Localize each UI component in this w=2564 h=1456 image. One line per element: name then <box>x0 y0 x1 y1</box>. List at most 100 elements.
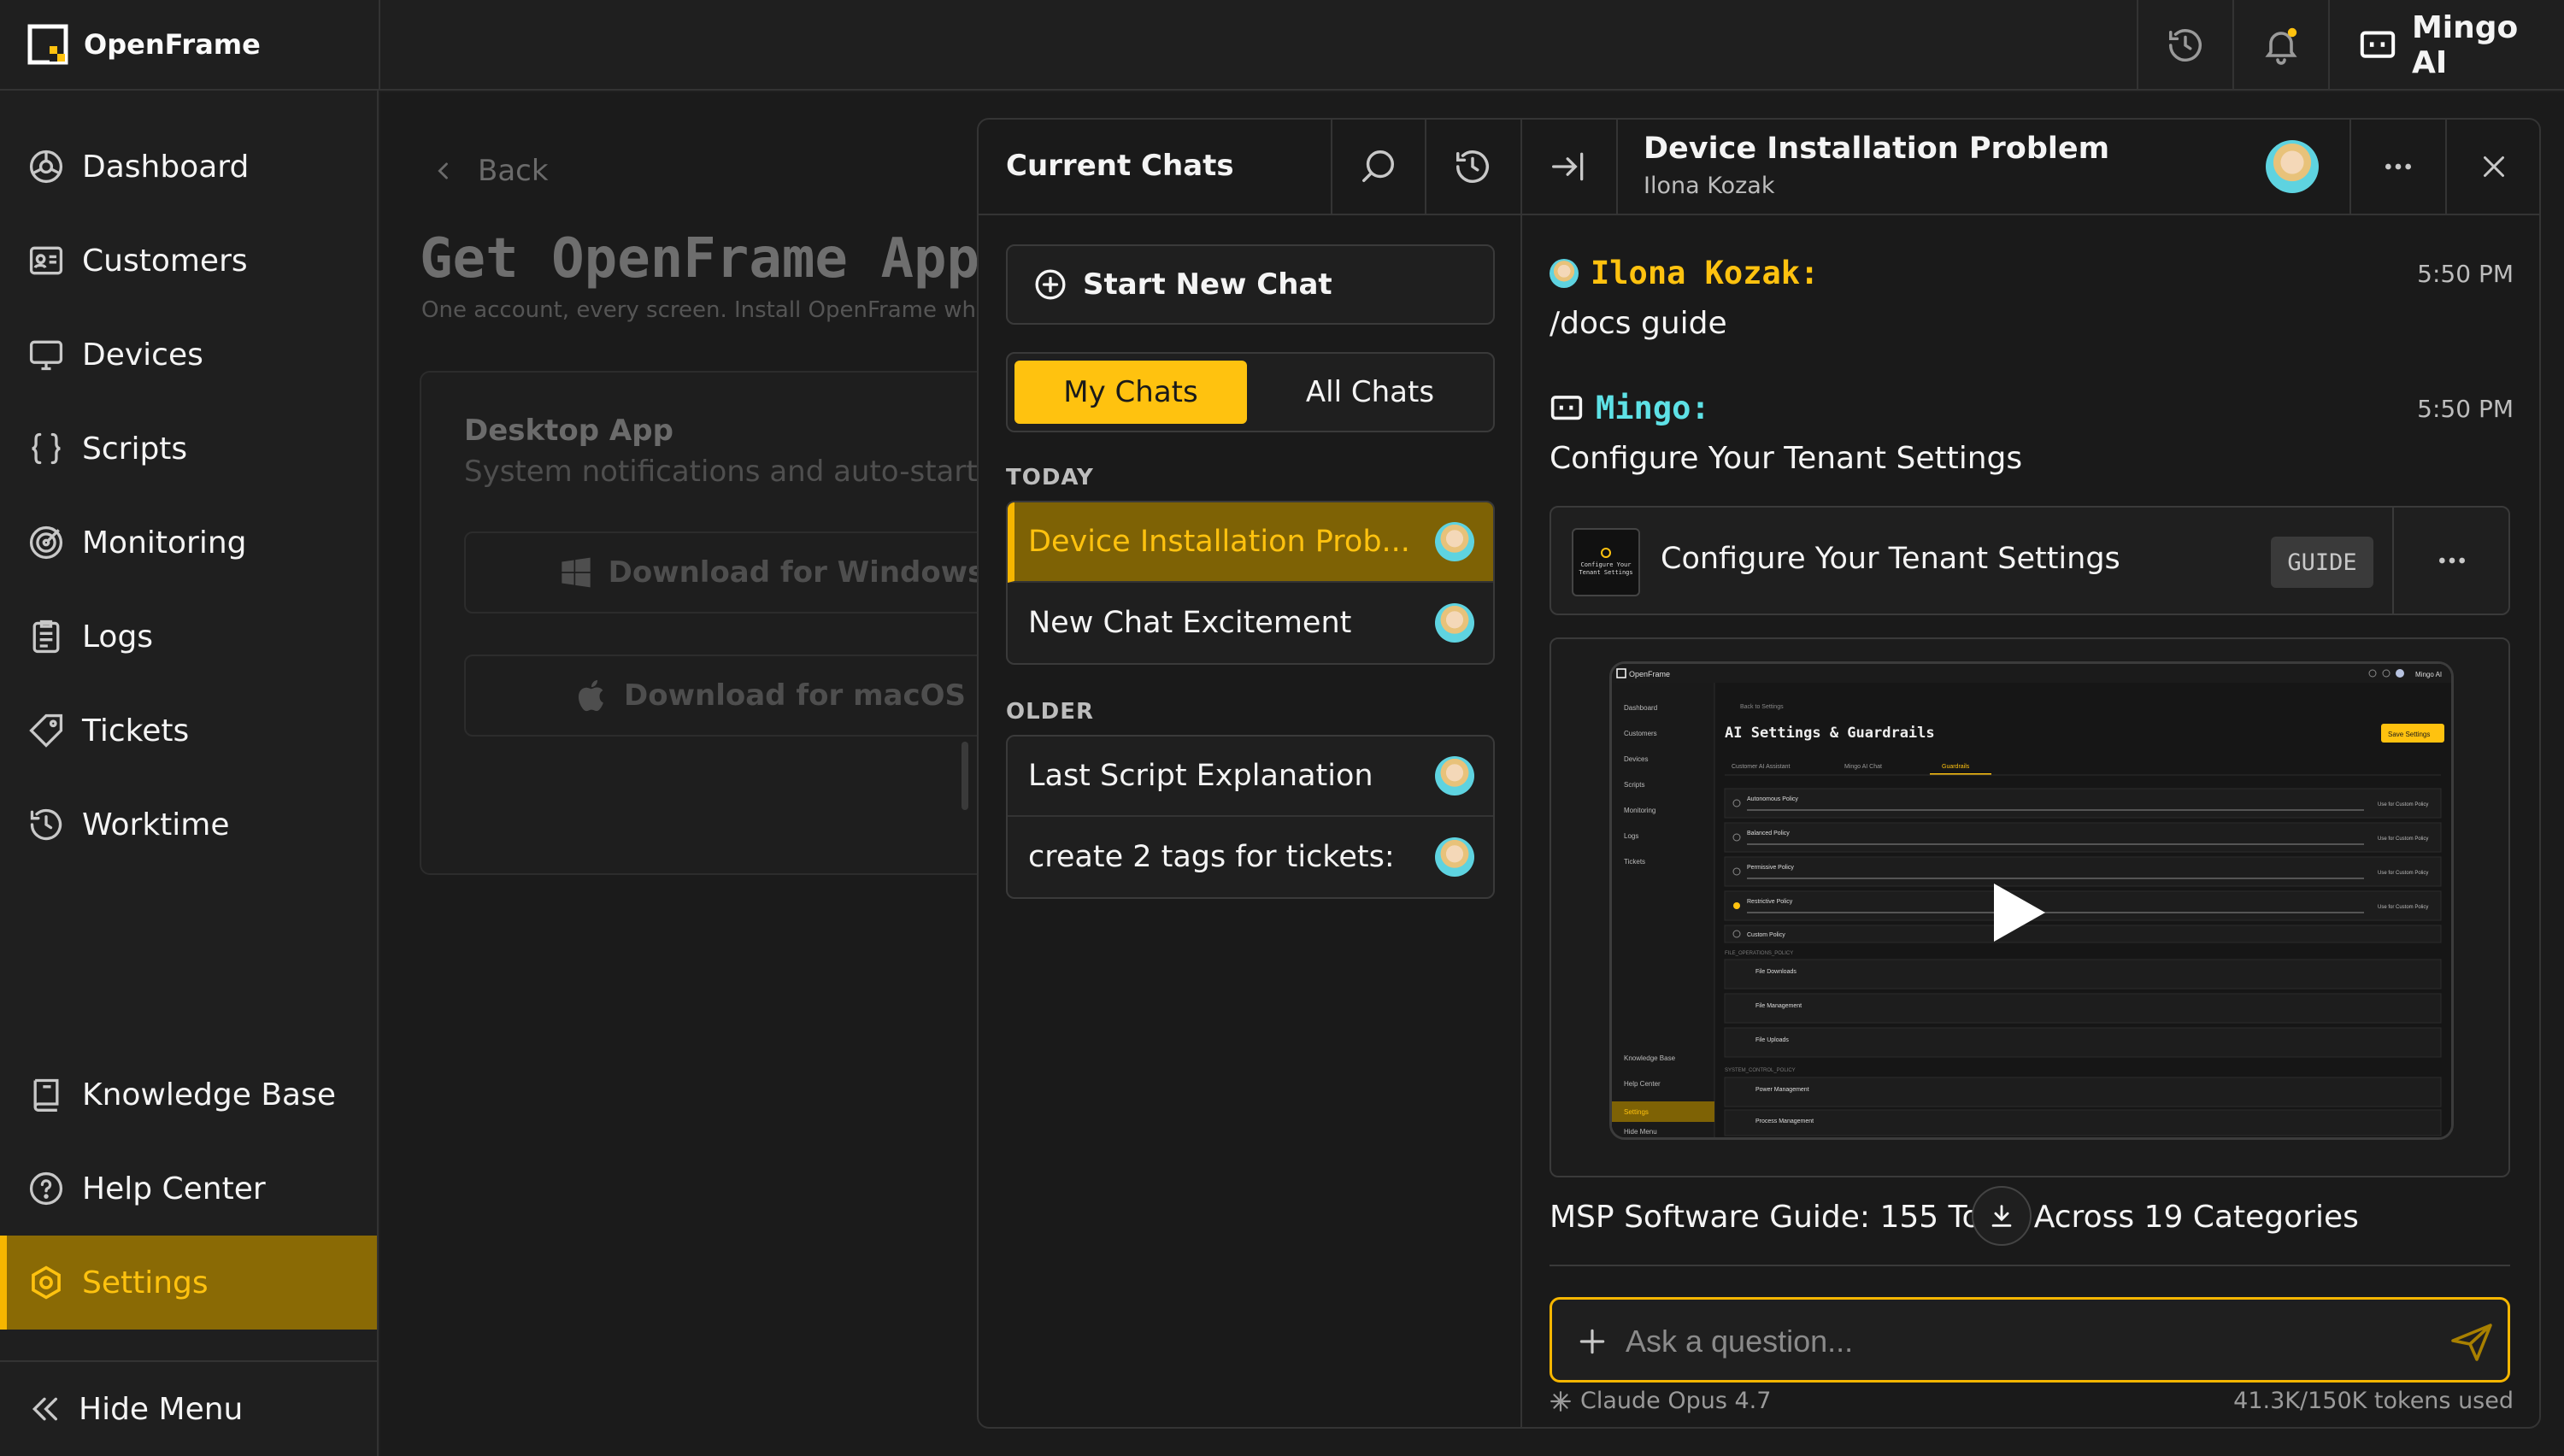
question-circle-icon <box>29 1171 63 1206</box>
preview-row: Power Management <box>1755 1087 1809 1093</box>
collapse-chat-list-button[interactable] <box>1522 120 1618 214</box>
guide-card[interactable]: Configure Your Tenant Settings Configure… <box>1550 506 2510 615</box>
tag-icon <box>29 713 63 748</box>
start-new-chat-button[interactable]: Start New Chat <box>1006 244 1495 325</box>
top-bar: OpenFrame Mingo AI <box>0 0 2564 91</box>
chevron-left-icon <box>438 162 448 179</box>
plus-icon[interactable] <box>1576 1325 1608 1358</box>
close-chat-button[interactable] <box>2445 120 2539 214</box>
sidebar-item-label: Logs <box>82 619 154 655</box>
book-icon <box>33 1078 59 1112</box>
start-new-chat-label: Start New Chat <box>1083 267 1332 302</box>
ask-question-input[interactable] <box>1626 1320 2395 1363</box>
sidebar-item-scripts[interactable]: Scripts <box>0 402 377 496</box>
sidebar-item-logs[interactable]: Logs <box>0 590 377 684</box>
sidebar-item-tickets[interactable]: Tickets <box>0 684 377 778</box>
search-chats-button[interactable] <box>1331 120 1425 214</box>
page-title: Get OpenFrame Apps <box>420 227 1013 291</box>
chat-item[interactable]: Device Installation Prob... <box>1008 502 1493 583</box>
author-name: Mingo: <box>1596 390 1710 426</box>
play-icon[interactable] <box>1980 877 2052 948</box>
chat-item[interactable]: New Chat Excitement <box>1008 583 1493 663</box>
group-label-today: TODAY <box>1006 465 1094 490</box>
preview-section: FILE_OPERATIONS_POLICY <box>1725 951 1793 956</box>
chat-filter-tabs: My Chats All Chats <box>1006 352 1495 432</box>
guide-badge: GUIDE <box>2271 537 2373 588</box>
download-mac-label: Download for macOS <box>624 678 966 713</box>
preview-row: File Downloads <box>1755 969 1797 975</box>
guide-title: Configure Your Tenant Settings <box>1661 542 2120 576</box>
chat-item[interactable]: create 2 tags for tickets: <box>1008 817 1493 897</box>
mingo-ai-button[interactable]: Mingo AI <box>2359 0 2564 91</box>
model-name: Claude Opus 4.7 <box>1580 1388 1772 1414</box>
preview-assistant: Mingo AI <box>2415 671 2442 678</box>
app-logo[interactable]: OpenFrame <box>27 24 261 65</box>
card-title: Desktop App <box>464 414 673 448</box>
sidebar-item-dashboard[interactable]: Dashboard <box>0 120 377 214</box>
download-windows-label: Download for Windows <box>608 555 985 590</box>
sidebar-item-monitoring[interactable]: Monitoring <box>0 496 377 590</box>
mingo-chat-panel: Current Chats Start New Chat My Chats Al… <box>977 118 2541 1429</box>
chat-history-button[interactable] <box>1425 120 1519 214</box>
hide-menu-button[interactable]: Hide Menu <box>0 1362 377 1456</box>
customers-icon <box>29 246 63 275</box>
preview-section: SYSTEM_CONTROL_POLICY <box>1725 1068 1796 1073</box>
sidebar-item-customers[interactable]: Customers <box>0 214 377 308</box>
sidebar-item-help-center[interactable]: Help Center <box>0 1142 377 1236</box>
preview-policy-action: Use for Custom Policy <box>2378 837 2428 842</box>
chat-group-older: Last Script Explanation create 2 tags fo… <box>1006 735 1495 899</box>
message-time: 5:50 PM <box>2417 395 2514 423</box>
sidebar-item-label: Settings <box>82 1265 209 1300</box>
avatar[interactable] <box>2266 140 2319 193</box>
sidebar-item-knowledge-base[interactable]: Knowledge Base <box>0 1048 377 1142</box>
conversation: Device Installation Problem Ilona Kozak … <box>1522 120 2539 1427</box>
chat-item-title: New Chat Excitement <box>1028 606 1352 640</box>
ellipsis-icon <box>2385 163 2411 170</box>
chat-item[interactable]: Last Script Explanation <box>1008 737 1493 817</box>
tab-all-chats[interactable]: All Chats <box>1254 361 1486 424</box>
sparkle-icon <box>1550 1390 1571 1412</box>
send-icon[interactable] <box>2449 1322 2494 1363</box>
model-selector[interactable]: Claude Opus 4.7 <box>1550 1388 1771 1414</box>
monitor-icon <box>29 340 63 371</box>
sidebar-item-label: Scripts <box>82 431 188 467</box>
preview-nav-item: Scripts <box>1624 781 1644 789</box>
guide-more-button[interactable] <box>2392 508 2510 614</box>
avatar <box>1435 522 1474 561</box>
chat-group-today: Device Installation Prob... New Chat Exc… <box>1006 501 1495 665</box>
preview-nav-item: Help Center <box>1624 1080 1661 1088</box>
history-button[interactable] <box>2138 0 2232 91</box>
avatar <box>1435 756 1474 796</box>
sidebar-item-settings[interactable]: Settings <box>0 1236 377 1330</box>
download-button[interactable] <box>1972 1186 2032 1246</box>
download-icon <box>1991 1205 2012 1227</box>
mingo-icon <box>1550 395 1583 420</box>
history-icon <box>2169 29 2202 62</box>
arrow-right-to-line-icon <box>1552 152 1584 181</box>
avatar <box>1435 603 1474 643</box>
author-name: Ilona Kozak: <box>1591 255 1820 291</box>
scrollbar[interactable] <box>962 742 968 810</box>
more-options-button[interactable] <box>2349 120 2445 214</box>
sidebar-item-worktime[interactable]: Worktime <box>0 778 377 872</box>
sidebar-item-label: Devices <box>82 337 203 373</box>
notifications-button[interactable] <box>2234 0 2328 91</box>
token-usage: 41.3K/150K tokens used <box>2233 1388 2514 1414</box>
conversation-header: Device Installation Problem Ilona Kozak <box>1522 120 2539 215</box>
preview-nav-item: Knowledge Base <box>1624 1054 1676 1062</box>
preview-nav-item: Devices <box>1624 755 1648 763</box>
avatar <box>1550 258 1579 288</box>
message-author: Mingo: <box>1550 390 1710 426</box>
preview-policy: Restrictive Policy <box>1747 899 1793 905</box>
preview-nav-item: Settings <box>1624 1108 1649 1116</box>
app-name: OpenFrame <box>84 28 261 61</box>
sidebar-item-label: Tickets <box>82 713 190 749</box>
tab-my-chats[interactable]: My Chats <box>1014 361 1247 424</box>
chat-list-title: Current Chats <box>1006 149 1234 183</box>
video-player[interactable]: OpenFrame Mingo AI Dashboard Customers D… <box>1550 637 2510 1177</box>
plus-circle-icon <box>1035 269 1066 300</box>
back-link[interactable]: Back <box>432 154 549 188</box>
conversation-title: Device Installation Problem <box>1644 132 2110 166</box>
guide-thumbnail-text: Configure Your Tenant Settings <box>1579 561 1633 576</box>
sidebar-item-devices[interactable]: Devices <box>0 308 377 402</box>
